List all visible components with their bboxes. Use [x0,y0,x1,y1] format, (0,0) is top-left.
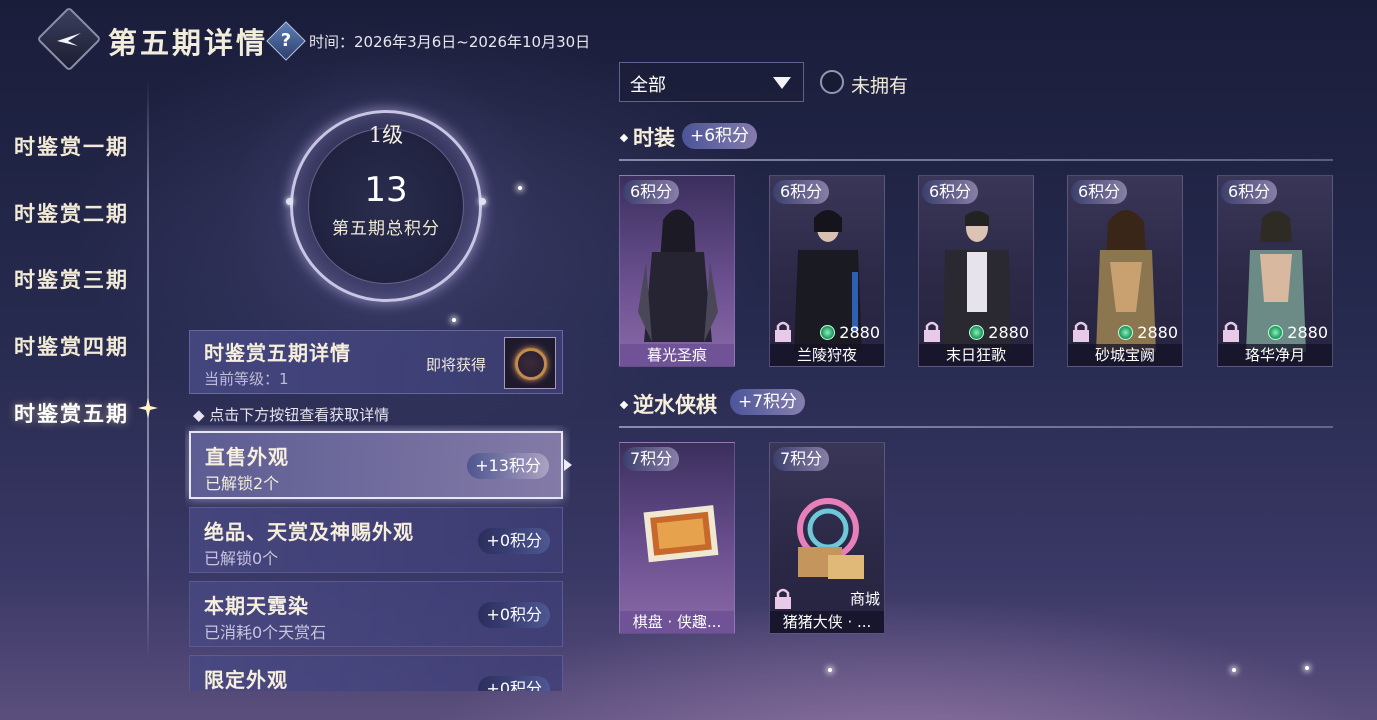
active-tab-glow-icon [138,398,158,418]
upcoming-reward-thumbnail[interactable] [504,337,556,389]
sidebar-item-period-3[interactable]: 时鉴赏三期 [14,264,129,294]
card-points-badge: 7积分 [623,447,680,471]
jade-coin-icon [969,325,985,340]
category-dye[interactable]: 本期天霓染 已消耗0个天赏石 +0积分 [189,581,563,647]
category-limited-appearance[interactable]: 限定外观 +0积分 [189,655,563,691]
category-subtitle: 已解锁2个 [205,474,280,493]
card-name: 棋盘 · 侠趣... [620,611,734,633]
period-detail-card[interactable]: 时鉴赏五期详情 当前等级：1 即将获得 [189,330,563,394]
category-points-badge: +0积分 [478,528,550,554]
category-list[interactable]: 直售外观 已解锁2个 +13积分 绝品、天赏及神赐外观 已解锁0个 +0积分 本… [185,425,570,691]
event-time: 时间：2026年3月6日~2026年10月30日 [309,33,591,51]
category-direct-sale[interactable]: 直售外观 已解锁2个 +13积分 [189,431,563,499]
ring-level: 1级 [368,123,404,147]
lock-icon [924,321,940,342]
jade-coin-icon [1118,325,1134,340]
filter-selected-value: 全部 [630,75,666,96]
costume-card-2[interactable]: 6积分 2880 兰陵狩夜 [769,175,885,367]
category-premium-appearance[interactable]: 绝品、天赏及神赐外观 已解锁0个 +0积分 [189,507,563,573]
page-title: 第五期详情 [108,26,269,60]
sidebar-item-period-4[interactable]: 时鉴赏四期 [14,331,129,361]
selected-arrow-icon [564,459,572,471]
card-name: 猪猪大侠 · ... [770,611,884,633]
category-title: 绝品、天赏及神赐外观 [204,520,414,544]
jade-coin-icon [820,325,836,340]
card-name: 末日狂歌 [919,344,1033,366]
sparkle-decoration [828,668,832,672]
diamond-bullet-icon [619,133,629,143]
lock-icon [775,321,791,342]
card-points-badge: 6积分 [623,180,680,204]
category-points-badge: +0积分 [478,676,550,691]
card-name: 砂城宝阙 [1068,344,1182,366]
category-title: 本期天霓染 [204,594,309,618]
shop-source-label: 商城 [849,590,880,608]
card-points-badge: 6积分 [1221,180,1278,204]
detail-title: 时鉴赏五期详情 [204,341,351,365]
sidebar-item-period-5[interactable]: 时鉴赏五期 [14,398,129,428]
category-subtitle: 已消耗0个天赏石 [204,623,327,642]
filter-dropdown[interactable]: 全部 [619,62,804,102]
not-owned-radio[interactable] [820,70,844,94]
help-icon[interactable]: ? [266,21,306,61]
section-points-badge: +7积分 [730,389,806,415]
costume-card-1[interactable]: 6积分 暮光圣痕 [619,175,735,367]
card-points-badge: 6积分 [1071,180,1128,204]
sparkle-decoration [518,186,522,190]
chess-card-2[interactable]: 7积分 商城 猪猪大侠 · ... [769,442,885,634]
category-points-badge: +0积分 [478,602,550,628]
soon-label: 即将获得 [426,356,487,374]
lock-icon [1223,321,1239,342]
lock-icon [1073,321,1089,342]
diamond-bullet-icon [619,400,629,410]
section-title-chess: 逆水侠棋 [619,389,717,419]
card-points-badge: 6积分 [922,180,979,204]
chess-card-1[interactable]: 7积分 棋盘 · 侠趣... [619,442,735,634]
section-points-badge: +6积分 [682,123,758,149]
category-subtitle: 已解锁0个 [204,549,279,568]
costume-card-4[interactable]: 6积分 2880 砂城宝阙 [1067,175,1183,367]
sidebar-item-period-2[interactable]: 时鉴赏二期 [14,198,129,228]
category-title: 限定外观 [204,668,288,691]
sparkle-decoration [1305,666,1309,670]
reward-ring-icon [515,348,547,380]
section-divider [619,426,1333,428]
costume-card-3[interactable]: 6积分 2880 末日狂歌 [918,175,1034,367]
card-price: 2880 [820,323,880,342]
card-price: 2880 [969,323,1029,342]
card-price: 2880 [1118,323,1178,342]
ring-total-label: 第五期总积分 [332,219,440,239]
card-name: 暮光圣痕 [620,344,734,366]
game-logo-icon[interactable] [36,6,102,72]
sparkle-decoration [1232,668,1236,672]
category-points-badge: +13积分 [467,453,549,479]
ring-total-score: 13 [364,170,408,210]
card-points-badge: 7积分 [773,447,830,471]
sidebar-divider [147,80,149,660]
not-owned-label[interactable]: 未拥有 [851,71,908,98]
sparkle-decoration [452,318,456,322]
hint-text: ◆ 点击下方按钮查看获取详情 [193,406,390,424]
jade-coin-icon [1268,325,1284,340]
chessboard-image [643,505,719,563]
section-divider [619,159,1333,161]
costume-figure [638,209,718,342]
card-points-badge: 6积分 [773,180,830,204]
current-level: 当前等级：1 [204,370,289,388]
category-title: 直售外观 [205,445,289,469]
costume-card-5[interactable]: 6积分 2880 珞华净月 [1217,175,1333,367]
lock-icon [775,588,791,609]
card-name: 兰陵狩夜 [770,344,884,366]
card-name: 珞华净月 [1218,344,1332,366]
card-price: 2880 [1268,323,1328,342]
dropdown-arrow-icon [773,77,791,89]
section-title-costume: 时装 [619,122,675,152]
score-ring: 1级 13 第五期总积分 [230,50,542,362]
sidebar-item-period-1[interactable]: 时鉴赏一期 [14,131,129,161]
